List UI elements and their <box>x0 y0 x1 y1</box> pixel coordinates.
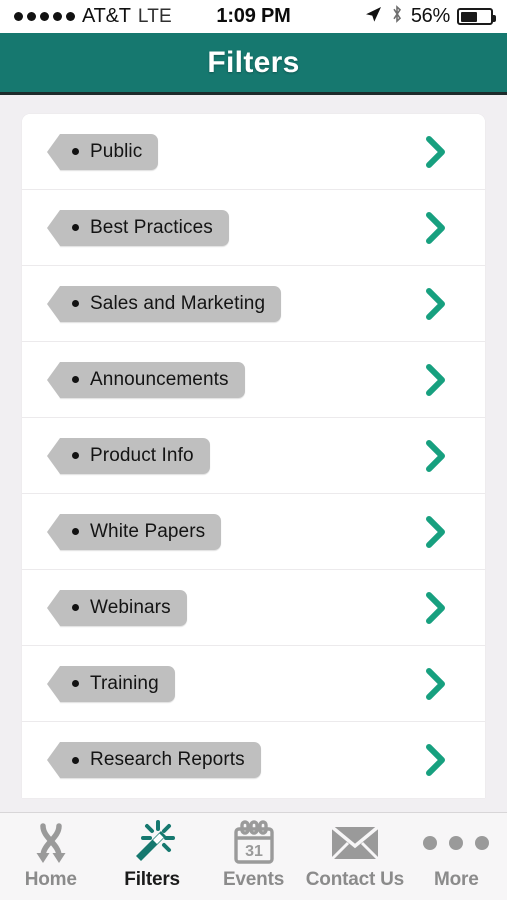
chevron-right-icon <box>426 135 445 168</box>
magic-wand-icon <box>128 819 176 867</box>
tab-label: Home <box>24 868 77 890</box>
filter-tag[interactable]: Training <box>47 665 175 702</box>
chevron-right-icon <box>426 287 445 320</box>
battery-percent-label: 56% <box>410 5 450 27</box>
filter-label: Webinars <box>90 596 171 618</box>
bullet-icon <box>72 680 79 687</box>
filter-label: Training <box>90 672 159 694</box>
page-header: Filters <box>0 33 507 95</box>
network-type-label: LTE <box>137 5 172 27</box>
tab-label: Filters <box>124 868 180 890</box>
battery-icon <box>457 8 496 25</box>
signal-strength-icon <box>14 12 75 21</box>
filters-scroll-area[interactable]: Public Best Practices Sales and Marketing A… <box>0 98 507 812</box>
filter-tag[interactable]: White Papers <box>46 513 222 550</box>
bullet-icon <box>72 224 79 231</box>
tab-home[interactable]: Home <box>0 813 101 900</box>
bullet-icon <box>72 528 79 535</box>
page-title: Filters <box>207 45 300 79</box>
chevron-right-icon <box>426 591 445 624</box>
status-bar: AT&T LTE 1:09 PM 56% <box>0 0 507 33</box>
filter-row[interactable]: White Papers <box>22 494 485 570</box>
tab-label: More <box>434 868 479 890</box>
filter-row[interactable]: Sales and Marketing <box>22 266 485 342</box>
filter-tag[interactable]: Webinars <box>47 589 187 626</box>
filter-label: Announcements <box>90 368 229 390</box>
filter-tag[interactable]: Public <box>46 133 159 170</box>
carrier-label: AT&T <box>82 5 131 27</box>
chevron-right-icon <box>426 667 445 700</box>
envelope-icon <box>330 819 380 867</box>
location-arrow-icon <box>363 4 383 29</box>
bullet-icon <box>72 452 79 459</box>
phone-screen: AT&T LTE 1:09 PM 56% Filters Public Best … <box>0 0 507 900</box>
svg-text:31: 31 <box>245 843 263 860</box>
tab-contact-us[interactable]: Contact Us <box>304 813 405 900</box>
filter-row[interactable]: Best Practices <box>22 190 485 266</box>
ellipsis-icon <box>423 819 490 867</box>
filter-row[interactable]: Public <box>22 114 485 190</box>
filter-label: Sales and Marketing <box>90 292 266 314</box>
chevron-right-icon <box>426 515 445 548</box>
filter-label: Product Info <box>90 444 194 466</box>
filter-tag[interactable]: Announcements <box>47 361 245 398</box>
filter-row[interactable]: Announcements <box>22 342 485 418</box>
filter-row[interactable]: Research Reports <box>22 722 485 798</box>
filter-row[interactable]: Product Info <box>22 418 485 494</box>
status-bar-right: 56% <box>363 4 496 29</box>
filter-tag[interactable]: Sales and Marketing <box>46 285 282 322</box>
status-bar-left: AT&T LTE <box>14 5 172 28</box>
bullet-icon <box>72 300 79 307</box>
chevron-right-icon <box>426 211 445 244</box>
tab-label: Events <box>222 868 285 890</box>
chevron-right-icon <box>426 439 445 472</box>
tab-more[interactable]: More <box>406 813 507 900</box>
filter-label: Research Reports <box>90 749 245 770</box>
crossing-arrows-icon <box>28 819 74 867</box>
filter-row[interactable]: Training <box>22 646 485 722</box>
filter-row[interactable]: Webinars <box>22 570 485 646</box>
filter-tag[interactable]: Research Reports <box>47 742 261 778</box>
filter-tag[interactable]: Product Info <box>47 437 210 474</box>
chevron-right-icon <box>426 363 445 396</box>
bullet-icon <box>72 604 79 611</box>
filter-label: Best Practices <box>90 216 213 238</box>
tab-label: Contact Us <box>305 868 405 890</box>
bullet-icon <box>72 376 79 383</box>
filter-tag[interactable]: Best Practices <box>47 209 229 246</box>
calendar-icon: 31 <box>232 819 276 867</box>
bluetooth-icon <box>390 4 404 29</box>
bottom-tab-bar: Home Filters 31 Events Contact Us More <box>0 812 507 900</box>
chevron-right-icon <box>426 744 445 776</box>
tab-filters[interactable]: Filters <box>101 813 202 900</box>
filter-label: Public <box>90 140 143 162</box>
bullet-icon <box>72 756 79 764</box>
bullet-icon <box>72 148 79 155</box>
filters-list: Public Best Practices Sales and Marketing A… <box>22 114 485 798</box>
filter-label: White Papers <box>90 520 206 542</box>
tab-events[interactable]: 31 Events <box>203 813 304 900</box>
